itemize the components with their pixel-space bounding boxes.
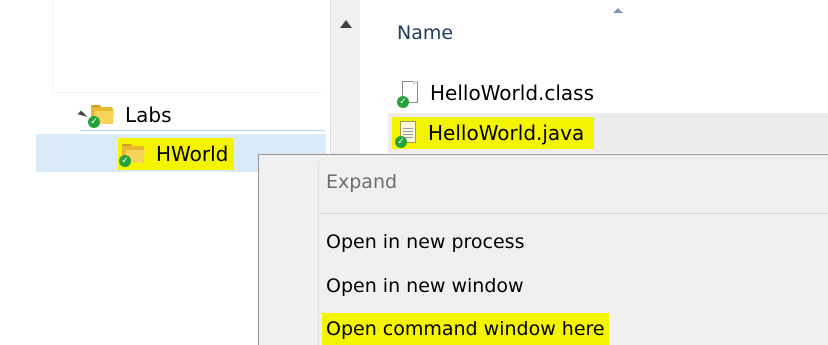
tree-item-label: HWorld: [156, 142, 229, 166]
menu-gutter-divider: [318, 162, 319, 345]
navigation-gutter: [10, 0, 54, 345]
menu-item-open-command-window-here[interactable]: Open command window here: [322, 313, 609, 345]
sort-ascending-icon: [613, 8, 623, 13]
nav-divider: [52, 0, 53, 92]
file-name: HelloWorld.java: [428, 121, 585, 145]
file-item[interactable]: ✓ HelloWorld.class: [397, 78, 595, 108]
java-file-icon: ✓: [395, 121, 418, 148]
sync-check-icon: ✓: [119, 155, 131, 167]
folder-icon: ✓: [119, 144, 146, 167]
menu-item-expand[interactable]: Expand: [322, 166, 401, 198]
file-icon: ✓: [397, 81, 420, 108]
sync-check-icon: ✓: [395, 136, 407, 148]
file-item[interactable]: ✓ HelloWorld.java: [392, 117, 595, 149]
scroll-up-arrow-icon[interactable]: [340, 20, 352, 28]
folder-icon: ✓: [88, 105, 115, 128]
tree-item-labs[interactable]: ✓ Labs: [77, 100, 325, 131]
menu-separator: [320, 213, 828, 214]
menu-item-open-in-new-process[interactable]: Open in new process: [322, 226, 528, 258]
tree-item-hworld[interactable]: ✓ HWorld: [118, 138, 235, 170]
menu-item-open-in-new-window[interactable]: Open in new window: [322, 270, 528, 302]
column-header-name[interactable]: Name: [397, 22, 453, 44]
tree-item-label: Labs: [125, 103, 172, 127]
nav-divider: [52, 92, 324, 93]
expanded-arrow-icon[interactable]: [77, 110, 88, 120]
sync-check-icon: ✓: [397, 96, 409, 108]
sync-check-icon: ✓: [88, 116, 100, 128]
file-name: HelloWorld.class: [430, 81, 595, 105]
